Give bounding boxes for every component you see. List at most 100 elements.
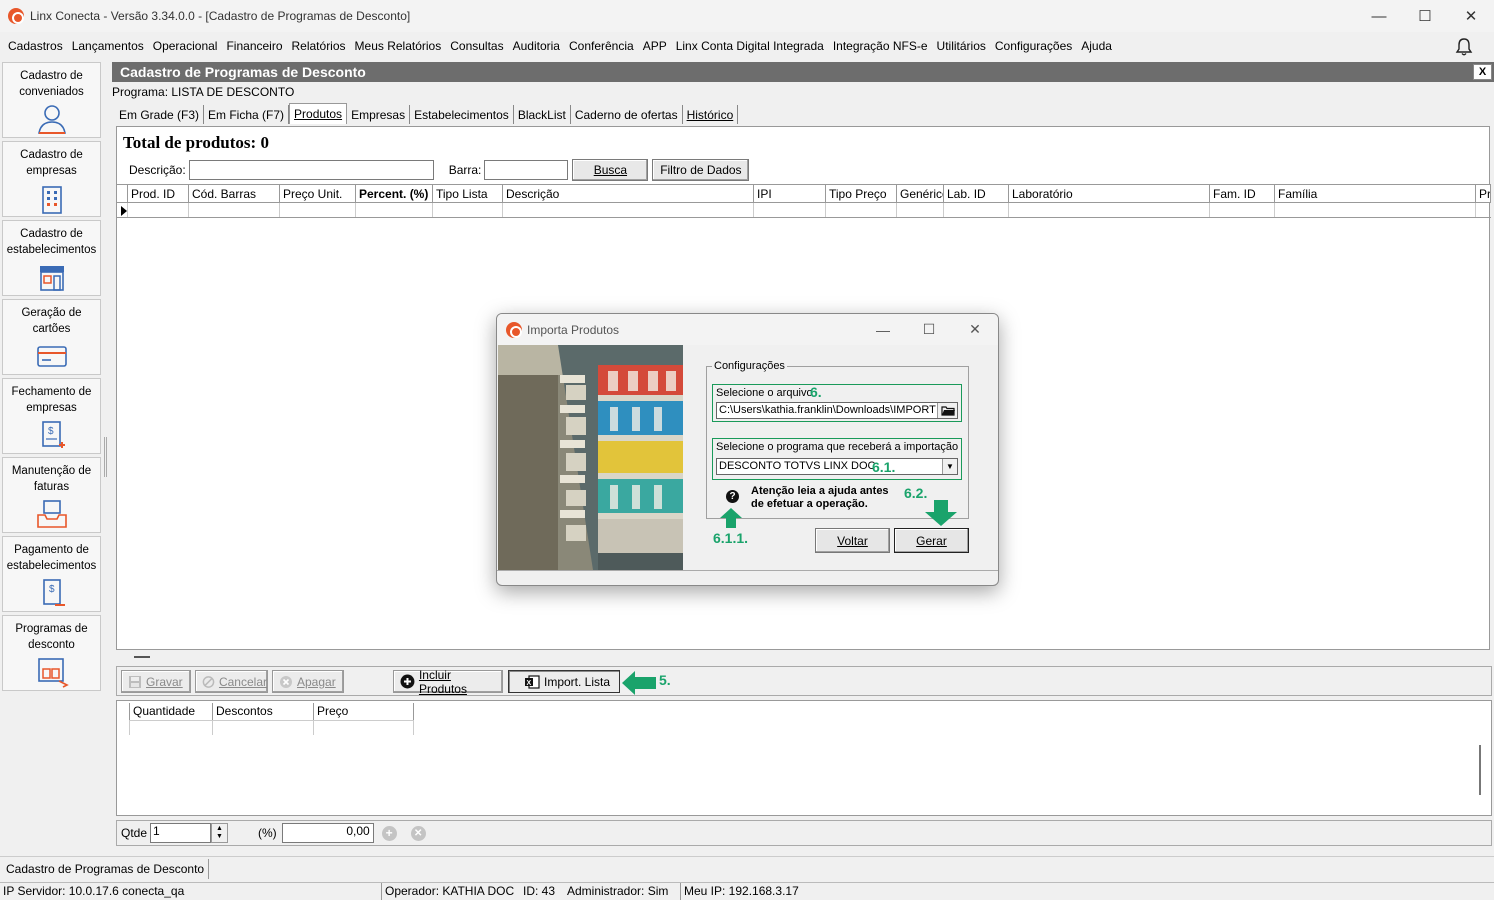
- sidebar-item-cartoes[interactable]: Geração de cartões: [2, 299, 101, 375]
- attention-line-1: Atenção leia a ajuda antes: [751, 485, 889, 497]
- tab-empresas[interactable]: Empresas: [347, 105, 411, 124]
- col-ipi[interactable]: IPI: [754, 185, 826, 202]
- tab-produtos[interactable]: Produtos: [289, 103, 348, 124]
- apagar-button[interactable]: Apagar: [272, 670, 344, 693]
- status-admin: Administrador: Sim: [564, 883, 681, 900]
- cancelar-button[interactable]: Cancelar: [195, 670, 268, 693]
- col-familia[interactable]: Família: [1275, 185, 1476, 202]
- close-window-button[interactable]: ✕: [1448, 0, 1494, 32]
- gravar-button[interactable]: Gravar: [121, 670, 191, 693]
- stepper-up-icon[interactable]: ▲: [216, 825, 223, 833]
- tab-produtos-label: Produtos: [294, 107, 343, 121]
- descricao-input[interactable]: [188, 160, 434, 180]
- sidebar-item-programas-desconto[interactable]: Programas de desconto: [2, 615, 101, 691]
- filtro-dados-button[interactable]: Filtro de Dados: [652, 159, 750, 181]
- sidebar-item-fechamento[interactable]: Fechamento de empresas $: [2, 378, 101, 454]
- annotation-arrow-6-2-icon: [925, 500, 957, 526]
- gerar-label: Gerar: [916, 533, 947, 548]
- discount-row[interactable]: [129, 721, 414, 735]
- importa-produtos-dialog: Importa Produtos — ☐ ✕ Configurações Sel…: [496, 313, 999, 586]
- sidebar-item-estabelecimentos[interactable]: Cadastro de estabelecimentos: [2, 220, 101, 296]
- col-fam-id[interactable]: Fam. ID: [1210, 185, 1275, 202]
- col-prod-id[interactable]: Prod. ID: [128, 185, 189, 202]
- cancelar-label: Cancelar: [218, 674, 267, 689]
- browse-folder-icon[interactable]: [937, 403, 957, 418]
- menu-operacional[interactable]: Operacional: [153, 39, 218, 53]
- sidebar-item-faturas[interactable]: Manutenção de faturas: [2, 457, 101, 533]
- vertical-scrollbar[interactable]: [1479, 745, 1481, 795]
- voltar-label: Voltar: [837, 533, 868, 548]
- import-lista-button[interactable]: X Import. Lista: [508, 670, 620, 693]
- col-preco[interactable]: Preço: [313, 703, 414, 720]
- col-descontos[interactable]: Descontos: [212, 703, 313, 720]
- sidebar-item-pagamento[interactable]: Pagamento de estabelecimentos $: [2, 536, 101, 612]
- voltar-button[interactable]: Voltar: [815, 528, 890, 553]
- minimize-button[interactable]: —: [1356, 0, 1402, 32]
- menu-configuracoes[interactable]: Configurações: [995, 39, 1072, 53]
- taskbar-item-cadastro-programas[interactable]: Cadastro de Programas de Desconto: [2, 859, 210, 879]
- close-form-button[interactable]: X: [1473, 64, 1492, 80]
- col-tipo-lista[interactable]: Tipo Lista: [433, 185, 503, 202]
- sidebar-splitter[interactable]: [104, 437, 107, 477]
- menu-linx-conta-digital[interactable]: Linx Conta Digital Integrada: [676, 39, 824, 53]
- remove-discount-icon[interactable]: ✕: [410, 825, 426, 841]
- chevron-down-icon[interactable]: ▼: [942, 459, 957, 474]
- menu-cadastros[interactable]: Cadastros: [8, 39, 63, 53]
- menu-meus-relatorios[interactable]: Meus Relatórios: [355, 39, 442, 53]
- gerar-button[interactable]: Gerar: [894, 528, 969, 553]
- barra-label: Barra:: [448, 163, 482, 177]
- stepper-down-icon[interactable]: ▼: [216, 833, 223, 841]
- sidebar-item-conveniados[interactable]: Cadastro de conveniados: [2, 62, 101, 138]
- menu-integracao-nfse[interactable]: Integração NFS-e: [833, 39, 928, 53]
- add-discount-icon[interactable]: +: [381, 825, 397, 841]
- tab-em-ficha[interactable]: Em Ficha (F7): [204, 105, 290, 124]
- col-cod-barras[interactable]: Cód. Barras: [189, 185, 280, 202]
- panel-splitter[interactable]: [134, 656, 150, 658]
- help-icon[interactable]: ?: [726, 490, 739, 503]
- menu-consultas[interactable]: Consultas: [450, 39, 503, 53]
- menu-utilitarios[interactable]: Utilitários: [937, 39, 986, 53]
- col-descricao[interactable]: Descrição: [503, 185, 754, 202]
- incluir-produtos-button[interactable]: Incluir Produtos: [393, 668, 503, 696]
- tab-blacklist[interactable]: BlackList: [514, 105, 571, 124]
- sidebar-item-label: Cadastro de empresas: [20, 149, 83, 177]
- discount-grid-header: Quantidade Descontos Preço: [129, 703, 414, 721]
- col-preco-unit[interactable]: Preço Unit.: [280, 185, 356, 202]
- percent-input[interactable]: 0,00: [281, 823, 374, 843]
- tab-historico[interactable]: Histórico: [683, 105, 739, 124]
- barra-input[interactable]: [484, 160, 569, 180]
- busca-button[interactable]: Busca: [572, 159, 649, 181]
- menu-app[interactable]: APP: [643, 39, 667, 53]
- tab-estabelecimentos[interactable]: Estabelecimentos: [410, 105, 514, 124]
- dialog-minimize-button[interactable]: —: [860, 314, 906, 345]
- menu-ajuda[interactable]: Ajuda: [1081, 39, 1112, 53]
- dialog-maximize-button[interactable]: ☐: [906, 314, 952, 345]
- menu-relatorios[interactable]: Relatórios: [292, 39, 346, 53]
- qtde-input[interactable]: 1: [150, 823, 212, 843]
- col-quantidade[interactable]: Quantidade: [129, 703, 212, 720]
- maximize-button[interactable]: ☐: [1402, 0, 1448, 32]
- bell-icon[interactable]: [1454, 37, 1474, 57]
- col-percent[interactable]: Percent. (%): [356, 185, 433, 202]
- tab-em-grade[interactable]: Em Grade (F3): [115, 105, 205, 124]
- menu-auditoria[interactable]: Auditoria: [513, 39, 560, 53]
- col-generico[interactable]: Genérico: [897, 185, 944, 202]
- table-row[interactable]: [117, 203, 1491, 218]
- delete-icon: [280, 675, 292, 688]
- sidebar-item-empresas[interactable]: Cadastro de empresas: [2, 141, 101, 217]
- dialog-close-button[interactable]: ✕: [952, 314, 998, 345]
- col-tipo-preco[interactable]: Tipo Preço: [826, 185, 897, 202]
- building-icon: [41, 186, 62, 214]
- menu-financeiro[interactable]: Financeiro: [226, 39, 282, 53]
- apagar-label: Apagar: [297, 674, 336, 689]
- col-pr[interactable]: Pr: [1476, 185, 1491, 202]
- programa-select[interactable]: DESCONTO TOTVS LINX DOC ▼: [716, 458, 958, 475]
- sidebar-item-label: Geração de cartões: [21, 307, 82, 335]
- col-laboratorio[interactable]: Laboratório: [1009, 185, 1210, 202]
- menu-lancamentos[interactable]: Lançamentos: [72, 39, 144, 53]
- arquivo-input[interactable]: C:\Users\kathia.franklin\Downloads\IMPOR…: [716, 402, 958, 419]
- col-lab-id[interactable]: Lab. ID: [944, 185, 1009, 202]
- qtde-stepper[interactable]: ▲ ▼: [211, 823, 229, 843]
- menu-conferencia[interactable]: Conferência: [569, 39, 634, 53]
- tab-caderno-ofertas[interactable]: Caderno de ofertas: [571, 105, 683, 124]
